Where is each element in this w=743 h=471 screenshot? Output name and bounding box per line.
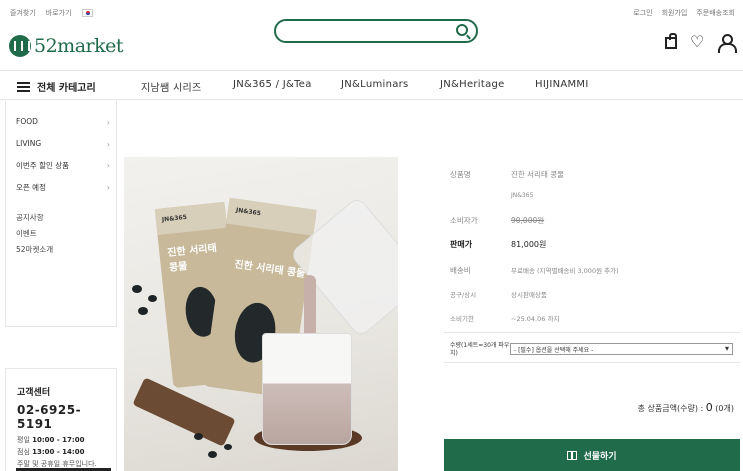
order-tracking-link[interactable]: 주문배송조회 [696, 8, 735, 18]
all-categories-label: 전체 카테고리 [37, 83, 96, 94]
sidebar-menu: FOOD › LIVING › 이번주 할인 상품 › 오픈 예정 › 공지사항… [5, 101, 117, 327]
logo-mark-icon [9, 35, 31, 57]
shipping-label: 배송비 [450, 266, 471, 275]
site-logo[interactable]: 52market [9, 35, 124, 57]
divider [444, 332, 740, 333]
sidebar-link-about[interactable]: 52마켓소개 [16, 244, 53, 255]
nav-item-hijinammi[interactable]: HIJINAMMI [535, 79, 589, 90]
main-nav: 전체 카테고리 지남쌤 시리즈 JN&365 / J&Tea JN&Lumina… [0, 70, 743, 100]
sidebar-item-food[interactable]: FOOD [16, 117, 38, 126]
nav-item-heritage[interactable]: JN&Heritage [440, 79, 505, 90]
total-label: 총 상품금액(수량) : [637, 404, 704, 413]
glass [262, 333, 352, 445]
shipping-value: 무료배송 (지역별배송비 3,000원 추가) [511, 267, 619, 275]
bookmark-link[interactable]: 즐겨찾기 [10, 8, 36, 18]
product-name: 진한 서리태 콩물 [511, 170, 565, 179]
sale-price: 81,000원 [511, 240, 547, 249]
shortcut-link[interactable]: 바로가기 [46, 8, 72, 18]
divider [444, 362, 740, 363]
wishlist-heart-icon[interactable]: ♡ [690, 34, 705, 50]
total-value: 0 [705, 401, 713, 414]
login-link[interactable]: 로그인 [633, 8, 652, 18]
product-brand: JN&365 [511, 192, 534, 199]
product-name-label: 상품명 [450, 170, 471, 179]
all-categories-button[interactable]: 전체 카테고리 [17, 79, 96, 94]
group-label: 공구/상시 [450, 291, 477, 299]
expiry-value: ~25.04.06 까지 [511, 315, 560, 323]
consumer-price: 90,000원 [511, 216, 545, 225]
search-input[interactable] [274, 19, 478, 43]
total-amount: 총 상품금액(수량) : 0 (0개) [638, 401, 734, 414]
sidebar-item-living[interactable]: LIVING [16, 139, 41, 148]
option-select[interactable]: - [필수] 옵션을 선택해 주세요 - [510, 343, 733, 355]
customer-center: 고객센터 02-6925-5191 평일 10:00 - 17:00 점심 13… [5, 368, 117, 471]
customer-center-phone: 02-6925-5191 [17, 403, 82, 431]
chevron-right-icon: › [106, 183, 110, 192]
gift-icon [567, 450, 578, 460]
search-icon[interactable] [456, 24, 468, 36]
sidebar-link-notice[interactable]: 공지사항 [16, 212, 44, 223]
total-count: (0개) [715, 404, 734, 413]
chevron-right-icon: › [106, 161, 110, 170]
sidebar-item-coming-soon[interactable]: 오픈 예정 [16, 182, 46, 193]
product-image: JN&365 진한 서리태 콩물 JN&365 진한 서리태 콩물 [124, 157, 398, 471]
option-select-value: - [필수] 옵션을 선택해 주세요 - [514, 347, 594, 354]
sidebar-item-weekly-sale[interactable]: 이번주 할인 상품 [16, 160, 69, 171]
consumer-price-label: 소비자가 [450, 216, 478, 225]
korea-flag-icon[interactable] [81, 9, 93, 17]
group-value: 상시판매상품 [511, 291, 547, 299]
chevron-right-icon: › [106, 118, 110, 127]
nav-item-luminars[interactable]: JN&Luminars [341, 79, 409, 90]
customer-center-title: 고객센터 [17, 388, 51, 398]
sidebar-link-event[interactable]: 이벤트 [16, 228, 37, 239]
chevron-right-icon: › [106, 140, 110, 149]
signup-link[interactable]: 회원가입 [662, 8, 688, 18]
weekday-hours: 평일 10:00 - 17:00 [17, 436, 85, 444]
nav-item-series[interactable]: 지남쌤 시리즈 [141, 79, 201, 94]
user-icon[interactable] [718, 34, 737, 53]
nav-item-jn365[interactable]: JN&365 / J&Tea [233, 79, 312, 90]
lunch-hours: 점심 13:00 - 14:00 [17, 448, 85, 456]
expiry-label: 소비기한 [450, 315, 474, 323]
option-label: 수량(1세트=30개 파우치) [450, 342, 510, 357]
gift-button[interactable]: 선물하기 [444, 439, 740, 471]
cart-icon[interactable] [665, 33, 677, 49]
logo-text: 52market [34, 35, 124, 57]
sale-price-label: 판매가 [450, 240, 473, 249]
gift-button-label: 선물하기 [583, 451, 617, 462]
hamburger-icon [17, 81, 30, 92]
header-icons: ♡ [665, 33, 737, 53]
